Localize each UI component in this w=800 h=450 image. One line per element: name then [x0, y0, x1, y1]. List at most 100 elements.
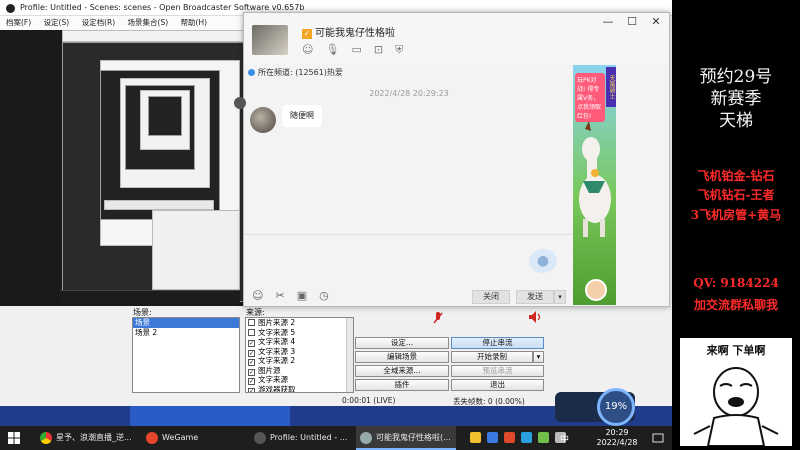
send-button[interactable]: 发送: [516, 290, 554, 304]
voice-input-icon[interactable]: ●: [529, 249, 557, 273]
menu-settings[interactable]: 设定(S): [44, 18, 70, 27]
share-screen-icon[interactable]: ▭: [351, 43, 361, 57]
microphone-icon[interactable]: 🎙: [325, 43, 339, 57]
source-checkbox[interactable]: ✓: [248, 387, 255, 392]
sender-avatar[interactable]: [250, 107, 276, 133]
source-checkbox[interactable]: ✓: [248, 359, 255, 366]
sources-scrollbar[interactable]: [346, 318, 353, 392]
source-label: 图片来源 2: [258, 318, 296, 327]
send-options-chevron-icon[interactable]: ▾: [554, 290, 566, 304]
source-label: 文字来源 3: [258, 346, 296, 356]
qq-icon: [360, 432, 372, 444]
overlay-price-2: 飞机钻石-王者: [697, 188, 775, 202]
close-icon[interactable]: ✕: [644, 13, 668, 31]
source-item[interactable]: 图片来源 2: [246, 318, 353, 328]
taskbar-item-obs[interactable]: Profile: Untitled - ...: [250, 426, 350, 450]
chat-toolbar: ☺ 🎙 ▭ ⊡ ⛨: [302, 43, 403, 57]
source-item[interactable]: 文字来源 5: [246, 328, 353, 338]
tray-app-icon[interactable]: [504, 432, 515, 443]
taskbar-label: Profile: Untitled - ...: [270, 433, 348, 442]
taskbar-item-chrome[interactable]: 星予、浪潮直播_逆...: [36, 426, 136, 450]
obs-window-title: Profile: Untitled - Scenes: scenes - Ope…: [20, 3, 305, 12]
preview-stream-button[interactable]: 预览串流: [451, 365, 544, 377]
windows-taskbar: 星予、浪潮直播_逆... WeGame Profile: Untitled - …: [0, 426, 672, 450]
message-timestamp: 2022/4/28 20:29:23: [369, 89, 449, 98]
source-label: 游戏器获取: [258, 384, 296, 393]
clock-time: 20:29: [605, 428, 629, 437]
nested-taskbar: [60, 290, 240, 304]
remote-icon[interactable]: ⊡: [374, 43, 383, 57]
overlay-price-1: 飞机铂金-钻石: [697, 169, 775, 183]
nested-preview-4: [148, 96, 182, 136]
maximize-icon[interactable]: ☐: [620, 13, 644, 31]
overlay-price-3: 3飞机房管+黄马: [690, 208, 782, 222]
menu-help[interactable]: 帮助(H): [181, 18, 208, 27]
meme-image: 来啊 下单啊: [680, 338, 792, 446]
emoji-icon[interactable]: ☺: [252, 289, 263, 302]
source-item[interactable]: ✓ 文字来源 3: [246, 347, 353, 357]
tray-app-icon[interactable]: [470, 432, 481, 443]
scene-item[interactable]: 场景: [133, 318, 239, 328]
screen: Profile: Untitled - Scenes: scenes - Ope…: [0, 0, 800, 450]
channel-icon: [248, 69, 255, 76]
message-bubble: 随便啊: [282, 105, 322, 127]
ime-indicator[interactable]: 中: [560, 432, 569, 445]
nested-titlebar: [62, 30, 244, 42]
overlay-qq: QV: 9184224: [693, 276, 779, 290]
cpu-gauge: 19%: [597, 388, 635, 426]
source-item[interactable]: ✓ 文字来源 4: [246, 337, 353, 347]
overlay-line-3: 天梯: [719, 111, 753, 131]
settings-button[interactable]: 设定...: [355, 337, 449, 349]
overlay-group: 加交流群私聊我: [693, 298, 778, 312]
chat-title-text: 可能我鬼仔性格啦: [315, 28, 395, 39]
image-icon[interactable]: ▣: [297, 289, 307, 302]
source-checkbox[interactable]: [248, 319, 255, 326]
taskbar-label: 可能我鬼仔性格啦(...: [376, 433, 451, 442]
close-button[interactable]: 关闭: [472, 290, 510, 304]
history-icon[interactable]: ◷: [319, 289, 329, 302]
ad-side-tag: 天策骑士: [606, 67, 616, 107]
scene-item[interactable]: 场景 2: [133, 328, 239, 338]
speaker-icon[interactable]: [528, 310, 542, 324]
menu-profile[interactable]: 设定档(R): [82, 18, 116, 27]
exit-button[interactable]: 退出: [451, 379, 544, 391]
source-label: 文字来源 5: [258, 327, 296, 337]
plugins-button[interactable]: 插件: [355, 379, 449, 391]
source-checkbox[interactable]: [248, 328, 255, 336]
tray-app-icon[interactable]: [521, 432, 532, 443]
source-item[interactable]: ✓ 图片源: [246, 366, 353, 376]
alpaca-mascot-image: [579, 121, 611, 237]
nested-status: [104, 200, 214, 210]
chat-avatar[interactable]: [252, 25, 288, 55]
mic-mute-icon[interactable]: [432, 311, 444, 325]
source-item[interactable]: ✓ 文字来源 2: [246, 356, 353, 366]
taskbar-clock[interactable]: 20:29 2022/4/28: [590, 428, 644, 448]
tray-shield-icon[interactable]: [487, 432, 498, 443]
global-sources-button[interactable]: 全域来源...: [355, 365, 449, 377]
edit-scene-button[interactable]: 编辑场景: [355, 351, 449, 363]
source-item[interactable]: ✓ 文字来源: [246, 375, 353, 385]
menu-file[interactable]: 档案(F): [6, 18, 31, 27]
tray-app-icon[interactable]: [538, 432, 549, 443]
obs-icon: [254, 432, 266, 444]
chat-title: ✓ 可能我鬼仔性格啦: [302, 24, 395, 39]
source-item[interactable]: ✓ 游戏器获取: [246, 384, 353, 393]
source-checkbox[interactable]: ✓: [248, 378, 255, 385]
shield-icon[interactable]: ⛨: [395, 43, 403, 57]
source-label: 文字来源 4: [258, 337, 296, 346]
notification-icon[interactable]: [652, 432, 664, 444]
windows-start-icon[interactable]: [8, 432, 20, 444]
source-checkbox[interactable]: ✓: [248, 340, 255, 347]
stop-stream-button[interactable]: 停止串流: [451, 337, 544, 349]
menu-scene-collection[interactable]: 场景集合(S): [128, 18, 169, 27]
scissors-icon[interactable]: ✂: [275, 289, 284, 302]
taskbar-item-qq[interactable]: 可能我鬼仔性格啦(...: [356, 426, 456, 450]
taskbar-item-wegame[interactable]: WeGame: [142, 426, 242, 450]
stream-time: 0:00:01 (LIVE): [342, 396, 396, 405]
voice-call-icon[interactable]: ☺: [302, 43, 313, 57]
record-dropdown-button[interactable]: ▾: [533, 351, 544, 363]
start-record-button[interactable]: 开始录制: [451, 351, 533, 363]
stream-banner-graphic: [130, 406, 290, 426]
ad-panel[interactable]: 玩PK对战! 得专属V务，点我领取红包! 天策骑士: [573, 65, 616, 305]
minimize-icon[interactable]: —: [596, 13, 620, 31]
